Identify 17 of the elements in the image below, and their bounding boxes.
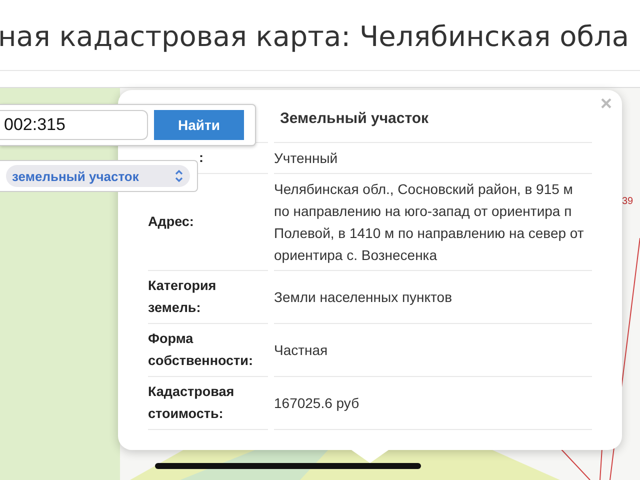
- type-select[interactable]: земельный участок: [6, 165, 190, 187]
- field-value: 167025.6 руб: [274, 377, 592, 430]
- search-button[interactable]: Найти: [154, 110, 244, 140]
- field-label: Категория земель:: [148, 277, 218, 317]
- field-label: :: [199, 149, 204, 167]
- chevron-icon: [174, 169, 184, 183]
- field-value: Челябинская обл., Сосновский район, в 915 м по направлению на юго-запад от ориентира п Полевой, в 1410 м по направлению на север от ориентира с. Вознесенка: [274, 174, 592, 271]
- field-label: Адрес:: [148, 213, 194, 231]
- field-label: Кадастровая стоимость:: [148, 383, 236, 423]
- field-value: Земли населенных пунктов: [274, 271, 592, 324]
- field-label: Форма собственности:: [148, 330, 254, 370]
- search-field[interactable]: 002:315: [0, 110, 148, 140]
- popup-title: Земельный участок: [280, 110, 429, 127]
- page-title: ная кадастровая карта: Челябинская обла: [0, 19, 630, 53]
- field-value: Частная: [274, 324, 592, 377]
- field-value: Учтенный: [274, 142, 592, 174]
- parcel-number: 39: [622, 196, 634, 207]
